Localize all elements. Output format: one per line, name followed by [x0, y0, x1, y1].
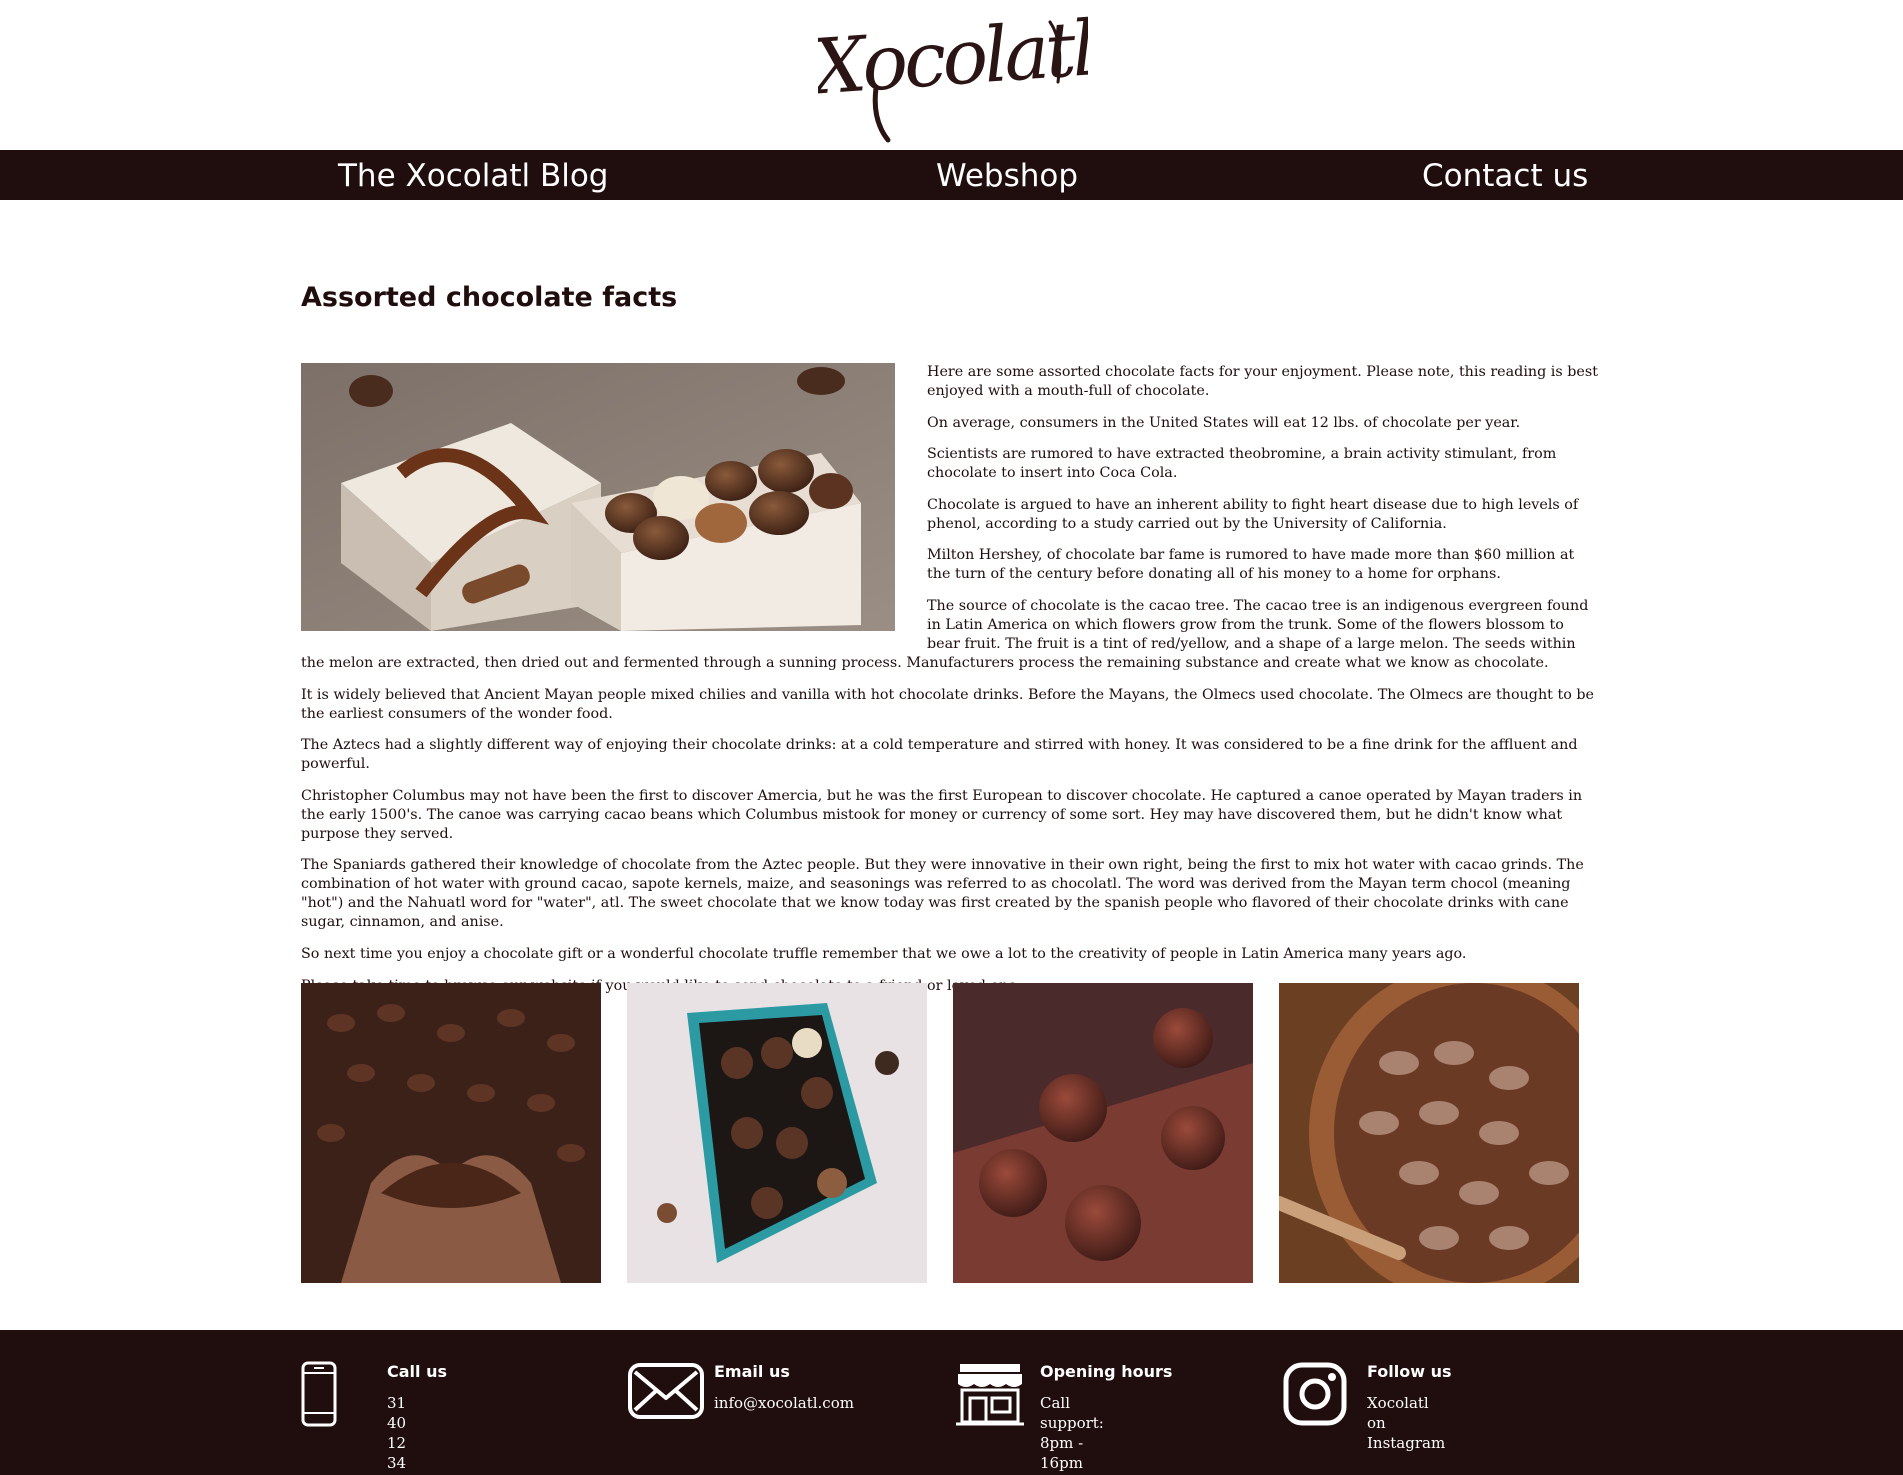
main-nav: The Xocolatl Blog Webshop Contact us — [0, 150, 1903, 200]
hero-image — [301, 363, 895, 631]
article-paragraph: It is widely believed that Ancient Mayan… — [301, 686, 1594, 722]
footer-email-title: Email us — [714, 1362, 790, 1381]
article-paragraph: So next time you enjoy a chocolate gift … — [301, 945, 1467, 962]
nav-item-blog[interactable]: The Xocolatl Blog — [338, 150, 608, 200]
footer-email-address[interactable]: info@xocolatl.com — [714, 1393, 854, 1413]
page-title: Assorted chocolate facts — [301, 282, 678, 313]
article-body: Here are some assorted chocolate facts f… — [301, 363, 1601, 1008]
footer-call-title: Call us — [387, 1362, 447, 1381]
nav-item-contact[interactable]: Contact us — [1422, 150, 1588, 200]
xocolatl-logo[interactable]: Xocolatl — [818, 2, 1088, 148]
gallery-image-cacao-beans-bowl — [1279, 983, 1579, 1283]
footer-instagram-link[interactable]: Xocolatl on Instagram — [1367, 1393, 1445, 1453]
envelope-icon — [628, 1363, 704, 1419]
shop-icon — [956, 1364, 1024, 1426]
footer-follow-title: Follow us — [1367, 1362, 1452, 1381]
photo-gallery — [301, 983, 1601, 1283]
gallery-image-chocolate-box — [627, 983, 927, 1283]
article-paragraph: The Spaniards gathered their knowledge o… — [301, 857, 1584, 931]
header: Xocolatl — [0, 0, 1903, 150]
footer: Call us 31 40 12 34 Email us info@xocola… — [0, 1330, 1903, 1475]
footer-hours-title: Opening hours — [1040, 1362, 1173, 1381]
article-paragraph: Christopher Columbus may not have been t… — [301, 787, 1583, 842]
gallery-image-truffles — [953, 983, 1253, 1283]
article-paragraph: The Aztecs had a slightly different way … — [301, 737, 1578, 773]
footer-hours-text: Call support: 8pm - 16pm — [1040, 1394, 1104, 1472]
svg-text:Xocolatl: Xocolatl — [818, 3, 1088, 112]
phone-icon — [301, 1361, 337, 1427]
footer-phone-number[interactable]: 31 40 12 34 — [387, 1393, 406, 1473]
instagram-icon[interactable] — [1283, 1362, 1347, 1426]
gallery-image-cocoa-beans-hands — [301, 983, 601, 1283]
nav-item-webshop[interactable]: Webshop — [936, 150, 1078, 200]
